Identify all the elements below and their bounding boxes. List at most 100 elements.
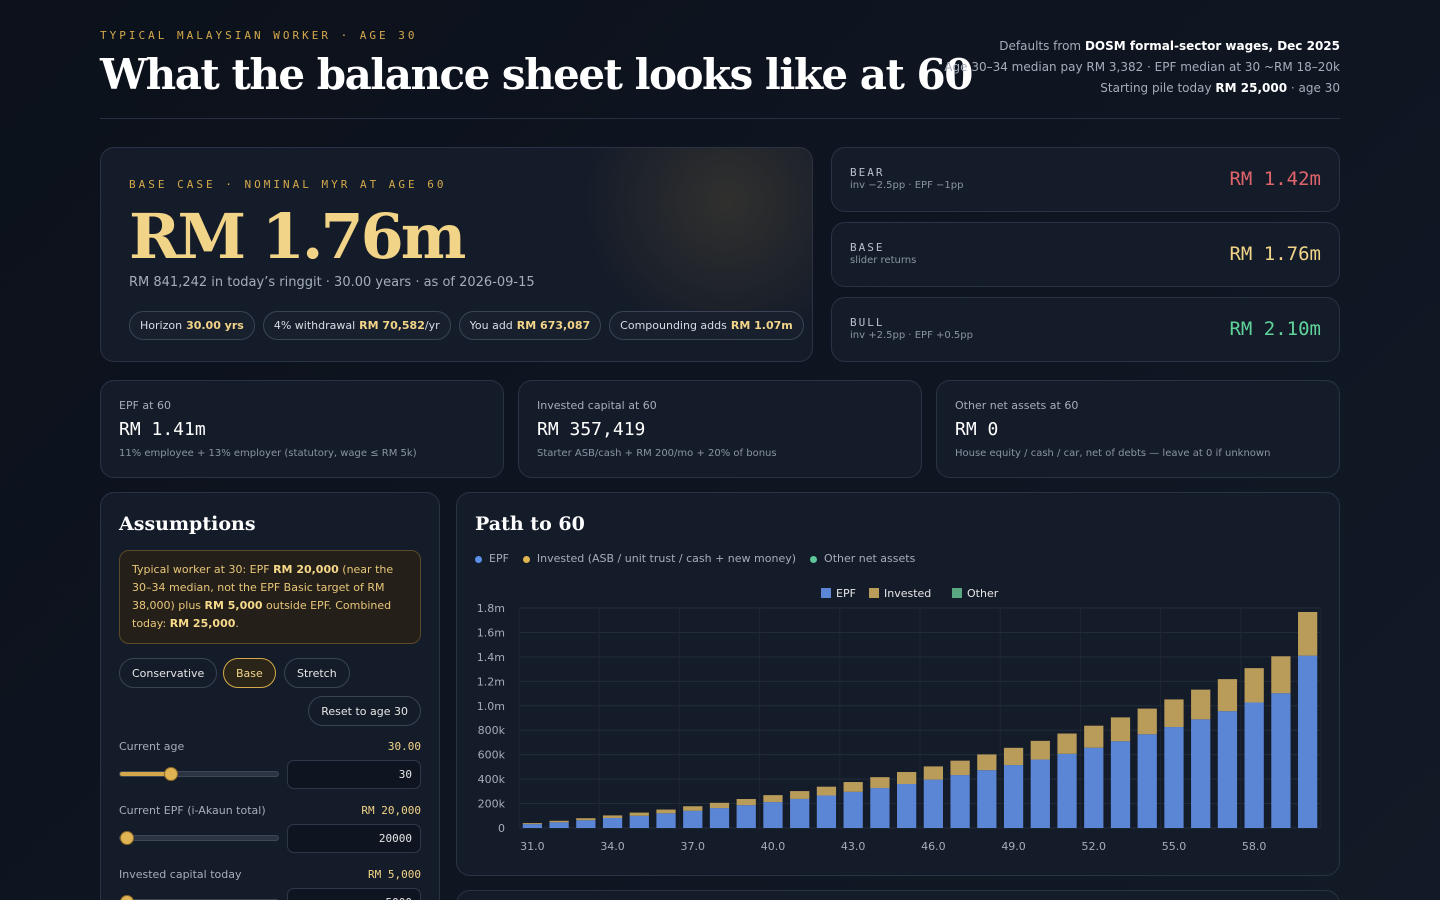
stat-value: RM 357,419	[537, 419, 646, 440]
current-age-input[interactable]: 30	[287, 760, 421, 789]
stat-value: RM 1.41m	[119, 419, 206, 440]
bar-epf	[1271, 693, 1291, 828]
bar-epf	[1084, 747, 1104, 828]
bar-invested	[977, 754, 997, 771]
current-epf-value: RM 20,000	[361, 804, 421, 817]
next-panel	[456, 890, 1340, 900]
chip-value: RM 70,582	[359, 319, 425, 332]
slider-knob[interactable]	[163, 767, 178, 781]
scenario-desc: slider returns	[850, 255, 917, 266]
bar-epf	[870, 788, 890, 828]
scenario-bear-card: BEAR inv −2.5pp · EPF −1pp RM 1.42m	[831, 147, 1340, 212]
bar-invested	[602, 815, 623, 818]
scenario-value: RM 1.42m	[1229, 168, 1321, 190]
bar-epf	[950, 775, 970, 828]
starting-pile-prefix: Starting pile today	[1100, 81, 1212, 95]
bar-invested	[816, 786, 837, 796]
current-epf-input[interactable]: 20000	[287, 824, 421, 853]
bar-invested	[1298, 611, 1318, 656]
chip-you-add: You add RM 673,087	[458, 311, 602, 340]
typical-worker-callout: Typical worker at 30: EPF RM 20,000 (nea…	[119, 550, 421, 644]
defaults-prefix: Defaults from	[999, 39, 1082, 53]
preset-stretch-button[interactable]: Stretch	[284, 658, 350, 688]
defaults-source: DOSM formal-sector wages, Dec 2025	[1084, 39, 1340, 53]
base-case-value: RM 1.76m	[129, 200, 466, 273]
stat-label: EPF at 60	[119, 399, 171, 412]
y-tick-label: 800k	[478, 724, 506, 737]
stat-note: House equity / cash / car, net of debts …	[955, 448, 1271, 459]
path-to-60-panel: Path to 60 EPF Invested (ASB / unit trus…	[456, 492, 1340, 876]
y-tick-label: 1.0m	[477, 700, 505, 713]
stat-invested-card: Invested capital at 60 RM 357,419 Starte…	[518, 380, 922, 478]
starting-pile-suffix: · age 30	[1290, 81, 1340, 95]
bar-epf	[843, 791, 863, 828]
invested-capital-input[interactable]: 5000	[287, 888, 421, 900]
y-tick-label: 400k	[478, 773, 506, 786]
chip-value: RM 673,087	[516, 319, 591, 332]
chip-label: You add	[469, 319, 513, 332]
bar-invested	[1110, 717, 1131, 742]
chart-legend-label: Other	[967, 587, 999, 600]
bar-invested	[629, 812, 649, 816]
bar-epf	[1057, 753, 1077, 828]
stat-epf-card: EPF at 60 RM 1.41m 11% employee + 13% em…	[100, 380, 504, 478]
bar-invested	[522, 823, 542, 825]
bar-epf	[1244, 702, 1264, 828]
current-age-slider[interactable]	[119, 767, 279, 781]
chip-value: 30.00 yrs	[186, 319, 244, 332]
preset-conservative-button[interactable]: Conservative	[119, 658, 218, 688]
bar-epf	[763, 802, 783, 828]
bar-epf	[897, 784, 917, 828]
bar-epf	[656, 813, 676, 828]
bar-epf	[602, 817, 623, 828]
bar-epf	[1137, 734, 1157, 828]
chip-horizon: Horizon 30.00 yrs	[129, 311, 255, 340]
reset-age-button[interactable]: Reset to age 30	[308, 696, 421, 726]
bar-invested	[923, 766, 943, 780]
current-epf-slider[interactable]	[119, 831, 279, 845]
bar-epf	[522, 824, 542, 828]
bar-invested	[897, 772, 917, 784]
callout-combined: RM 25,000	[169, 617, 236, 630]
bar-epf	[1298, 655, 1318, 828]
scenario-bull-card: BULL inv +2.5pp · EPF +0.5pp RM 2.10m	[831, 297, 1340, 362]
base-case-eyebrow: BASE CASE · NOMINAL MYR AT AGE 60	[129, 178, 447, 191]
scenario-name: BEAR	[850, 166, 885, 179]
starting-pile-value: RM 25,000	[1215, 81, 1288, 95]
bar-epf	[709, 808, 730, 828]
bar-epf	[736, 805, 756, 828]
scenario-base-card: BASE slider returns RM 1.76m	[831, 222, 1340, 287]
current-epf-label: Current EPF (i-Akaun total)	[119, 804, 266, 817]
chip-compounding: Compounding adds RM 1.07m	[609, 311, 804, 340]
chart-legend-swatch	[821, 588, 831, 598]
x-tick-label: 43.0	[841, 840, 866, 853]
x-tick-label: 34.0	[600, 840, 625, 853]
bar-epf	[1030, 759, 1050, 828]
base-case-subline: RM 841,242 in today’s ringgit · 30.00 ye…	[129, 275, 535, 290]
preset-base-button[interactable]: Base	[223, 658, 276, 688]
slider-knob[interactable]	[120, 831, 134, 845]
slider-knob[interactable]	[120, 895, 134, 900]
bar-invested	[1003, 747, 1024, 766]
callout-text: Typical worker at 30: EPF	[132, 563, 274, 576]
chip-label: 4% withdrawal	[273, 319, 356, 332]
y-tick-label: 1.8m	[477, 602, 505, 615]
chip-label: Compounding adds	[620, 319, 727, 332]
bar-epf	[790, 798, 810, 828]
chip-withdrawal: 4% withdrawal RM 70,582/yr	[262, 311, 451, 340]
bar-invested	[763, 795, 783, 803]
stat-other-card: Other net assets at 60 RM 0 House equity…	[936, 380, 1340, 478]
bar-epf	[923, 779, 943, 828]
x-tick-label: 46.0	[921, 840, 946, 853]
bar-invested	[736, 799, 756, 806]
bar-invested	[576, 818, 596, 821]
bar-epf	[1164, 727, 1184, 828]
x-tick-label: 31.0	[520, 840, 545, 853]
page-title: What the balance sheet looks like at 60	[100, 50, 973, 99]
bar-epf	[1110, 741, 1131, 828]
y-tick-label: 1.6m	[477, 626, 505, 639]
scenario-value: RM 1.76m	[1229, 243, 1321, 265]
scenario-desc: inv −2.5pp · EPF −1pp	[850, 180, 964, 191]
bar-epf	[629, 815, 649, 828]
stat-note: Starter ASB/cash + RM 200/mo + 20% of bo…	[537, 448, 777, 459]
